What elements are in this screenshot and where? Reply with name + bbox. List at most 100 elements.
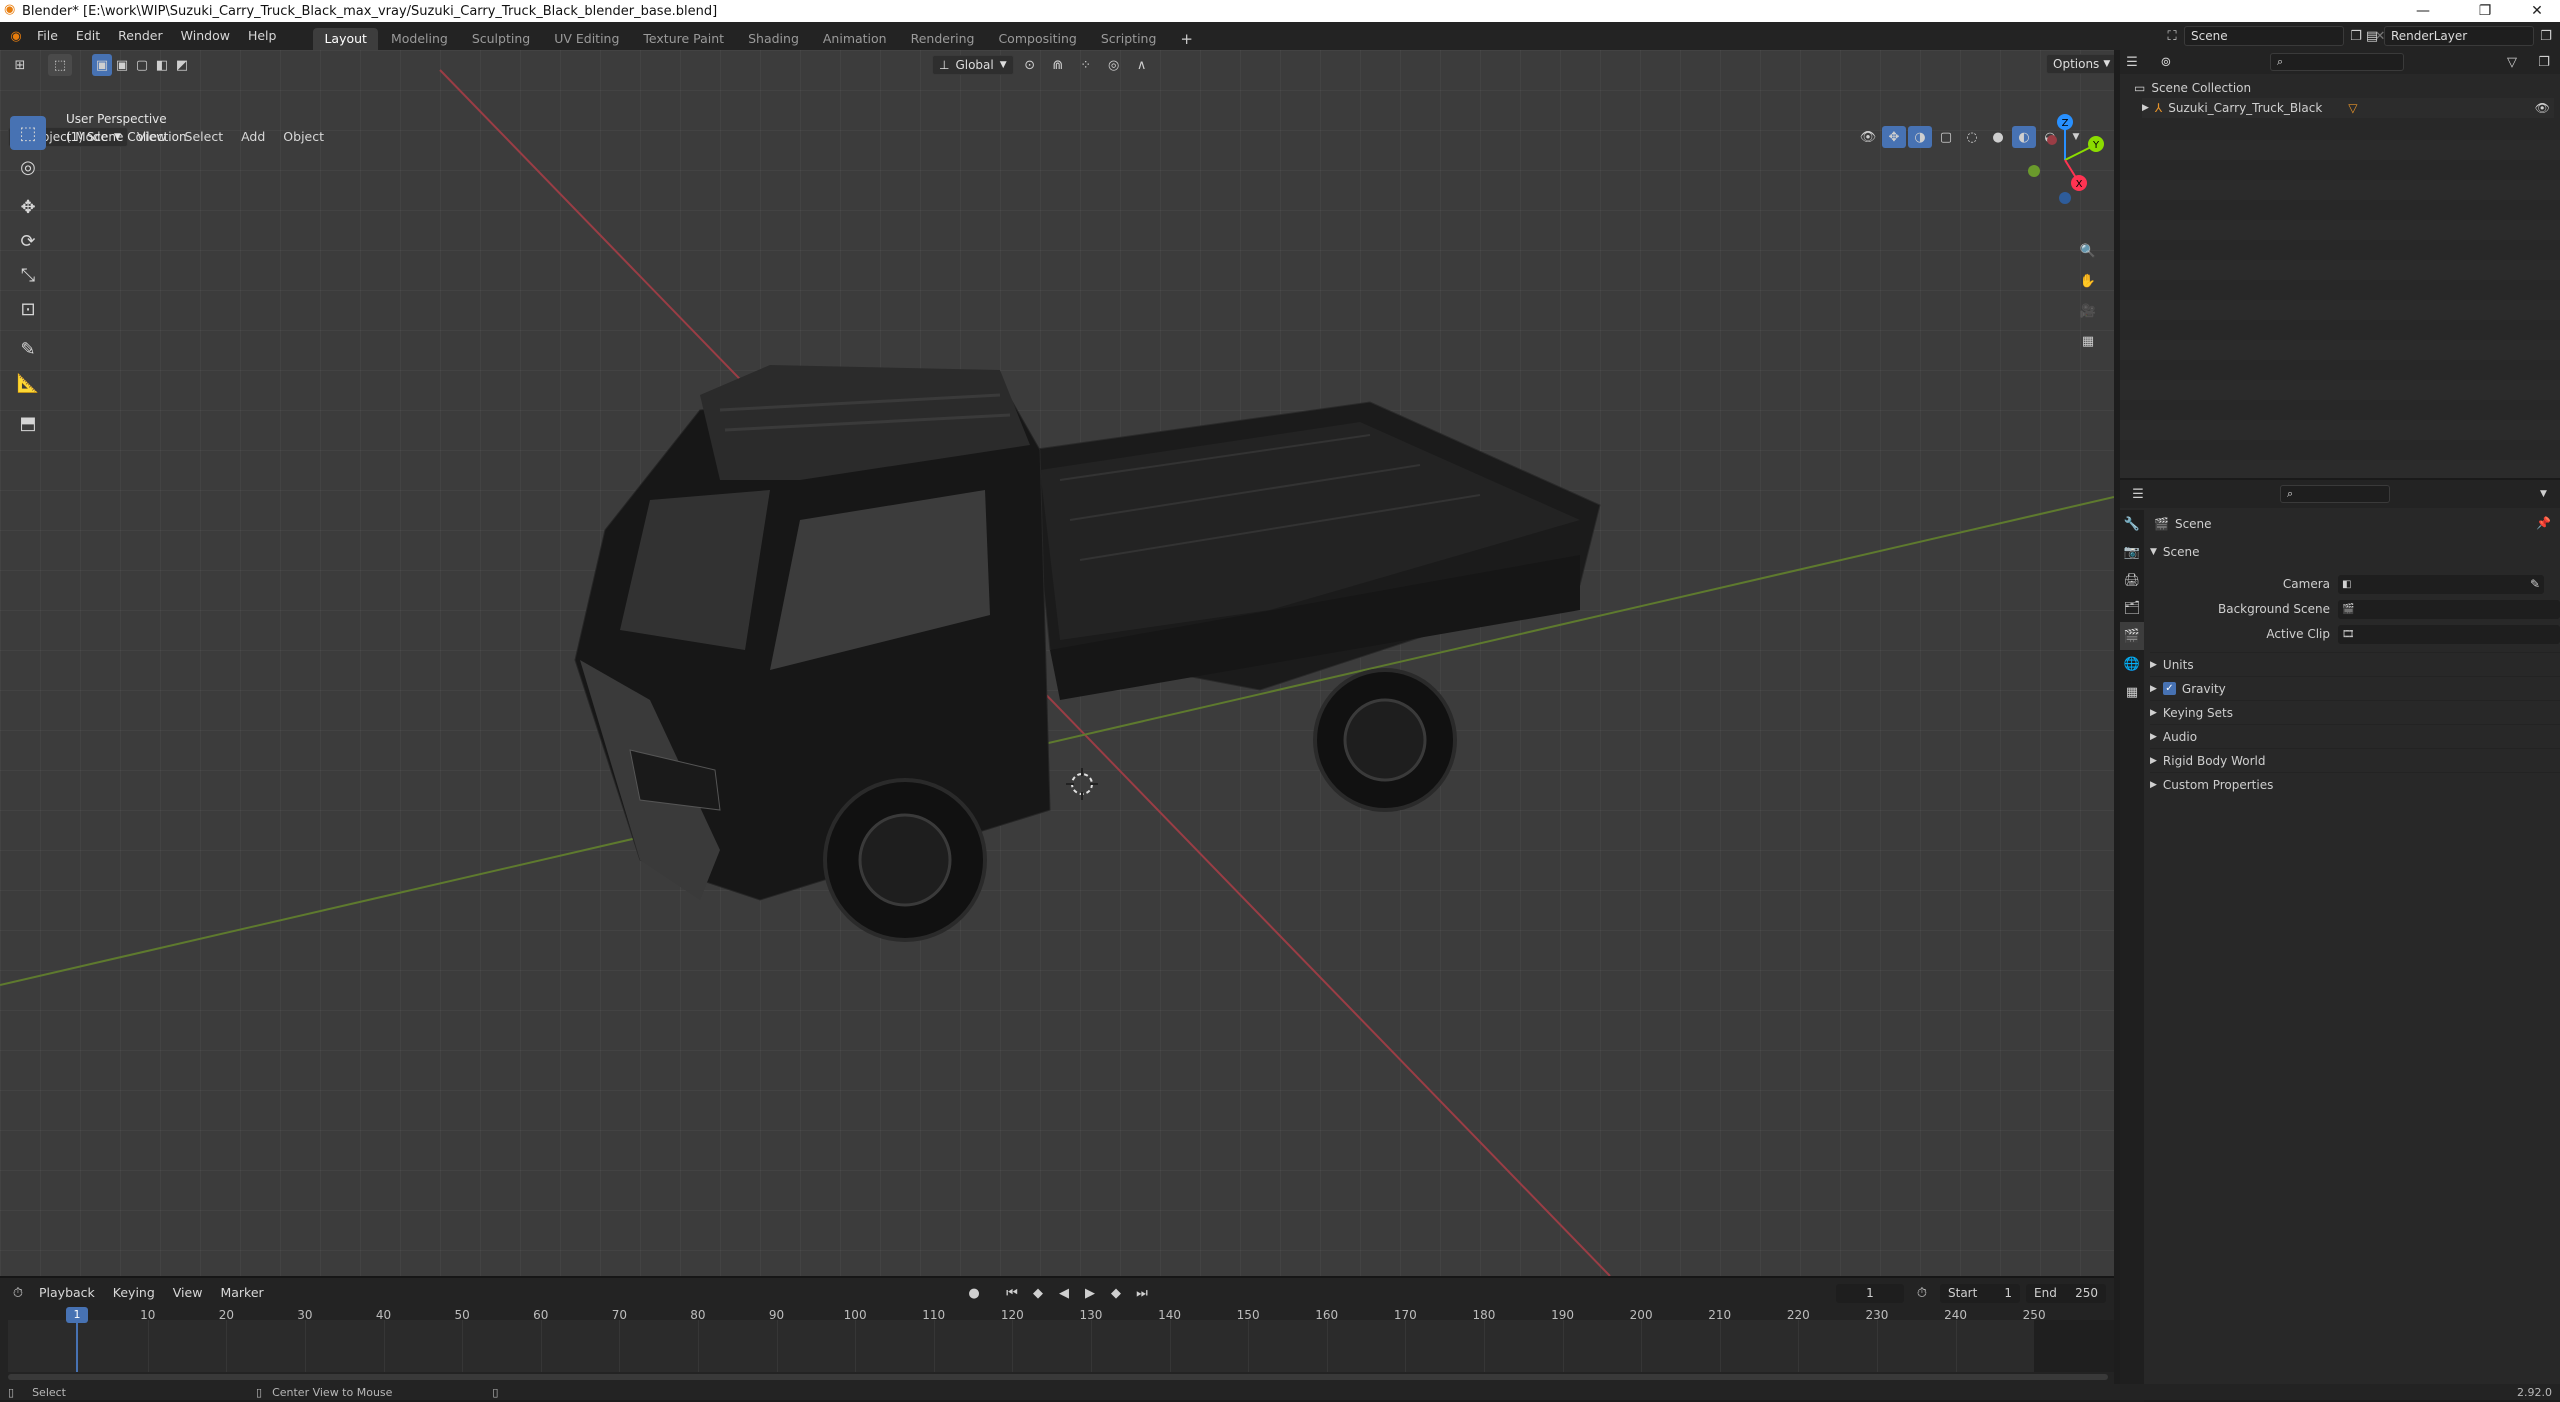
gravity-checkbox[interactable]: ✓ bbox=[2162, 682, 2176, 695]
eye-visibility-icon[interactable]: 👁 bbox=[2535, 101, 2550, 115]
maximize-button[interactable]: ❐ bbox=[2462, 0, 2508, 22]
blender-menu-icon[interactable]: ◉ bbox=[4, 25, 28, 47]
active-clip-field[interactable]: 🎞 bbox=[2338, 624, 2560, 644]
overlays-toggle-icon[interactable]: ◑ bbox=[1908, 126, 1932, 148]
output-tab-icon[interactable]: 🖨 bbox=[2120, 566, 2144, 594]
transform-tool-icon[interactable]: ⊡ bbox=[10, 292, 46, 326]
gizmo-toggle-icon[interactable]: ✥ bbox=[1882, 126, 1906, 148]
tab-layout[interactable]: Layout bbox=[313, 28, 378, 50]
outliner-search-input[interactable]: ⌕ bbox=[2270, 53, 2404, 71]
outliner-editor-type-icon[interactable]: ☰ bbox=[2120, 51, 2144, 73]
eyedropper-icon[interactable]: ✎ bbox=[2530, 577, 2540, 591]
viewport-menu-add[interactable]: Add bbox=[232, 123, 274, 151]
render-tab-icon[interactable]: 📷 bbox=[2120, 538, 2144, 566]
properties-search-input[interactable]: ⌕ bbox=[2280, 485, 2390, 503]
scene-tab-icon[interactable]: 🎬 bbox=[2120, 622, 2144, 650]
camera-field[interactable]: ◧ ✎ bbox=[2338, 574, 2544, 594]
options-dropdown[interactable]: Options ▼ bbox=[2046, 54, 2114, 74]
camera-view-icon[interactable]: 🎥 bbox=[2076, 300, 2100, 322]
gravity-panel-header[interactable]: ▶ ✓ Gravity bbox=[2150, 676, 2560, 700]
select-box-mode-icon[interactable]: ⬚ bbox=[48, 54, 72, 76]
timeline-scrollbar[interactable] bbox=[8, 1374, 2108, 1380]
menu-window[interactable]: Window bbox=[172, 22, 239, 50]
mode-subtract-icon[interactable]: ▢ bbox=[132, 54, 152, 76]
transform-orientation-dropdown[interactable]: ⊥ Global ▼ bbox=[932, 55, 1014, 75]
scene-panel-header[interactable]: ▼ Scene bbox=[2150, 540, 2200, 564]
tab-rendering[interactable]: Rendering bbox=[900, 28, 986, 50]
xray-icon[interactable]: ▢ bbox=[1934, 126, 1958, 148]
viewport-menu-object[interactable]: Object bbox=[274, 123, 333, 151]
rigid-body-world-panel-header[interactable]: ▶ Rigid Body World bbox=[2150, 748, 2560, 772]
keying-sets-panel-header[interactable]: ▶ Keying Sets bbox=[2150, 700, 2560, 724]
outliner-scene-collection[interactable]: ▭ Scene Collection bbox=[2134, 78, 2251, 98]
audio-panel-header[interactable]: ▶ Audio bbox=[2150, 724, 2560, 748]
timeline-track-area[interactable] bbox=[8, 1320, 2108, 1372]
texture-tab-icon[interactable]: ▦ bbox=[2120, 678, 2144, 706]
chevron-down-icon[interactable]: ▼ bbox=[2540, 489, 2547, 499]
new-viewlayer-icon[interactable]: ❐ bbox=[2534, 25, 2558, 47]
playhead-line[interactable] bbox=[76, 1320, 78, 1372]
proportional-falloff-icon[interactable]: ∧ bbox=[1130, 54, 1154, 76]
navigation-gizmo[interactable]: Z Y X bbox=[2010, 110, 2110, 210]
snap-target-icon[interactable]: ⁘ bbox=[1074, 54, 1098, 76]
tool-tab-icon[interactable]: 🔧 bbox=[2120, 510, 2144, 538]
tab-uv-editing[interactable]: UV Editing bbox=[543, 28, 630, 50]
filter-icon[interactable]: ▽ bbox=[2500, 51, 2524, 73]
viewlayer-name-field[interactable]: RenderLayer bbox=[2384, 26, 2534, 46]
add-workspace-button[interactable]: + bbox=[1169, 28, 1204, 50]
select-tool-icon[interactable]: ⬚ bbox=[10, 116, 46, 150]
editor-type-icon[interactable]: ⊞ bbox=[8, 54, 32, 76]
mode-invert-icon[interactable]: ◧ bbox=[152, 54, 172, 76]
display-mode-icon[interactable]: ⊚ bbox=[2154, 51, 2178, 73]
new-collection-icon[interactable]: ❐ bbox=[2532, 51, 2556, 73]
close-button[interactable]: ✕ bbox=[2514, 0, 2560, 22]
move-tool-icon[interactable]: ✥ bbox=[10, 190, 46, 224]
menu-help[interactable]: Help bbox=[239, 22, 286, 50]
mode-extend-icon[interactable]: ▣ bbox=[112, 54, 132, 76]
tab-animation[interactable]: Animation bbox=[812, 28, 898, 50]
minimize-button[interactable]: — bbox=[2400, 0, 2446, 22]
world-tab-icon[interactable]: 🌐 bbox=[2120, 650, 2144, 678]
background-scene-field[interactable]: 🎬 bbox=[2338, 599, 2560, 619]
custom-properties-panel-header[interactable]: ▶ Custom Properties bbox=[2150, 772, 2560, 796]
cursor-tool-icon[interactable]: ◎ bbox=[10, 150, 46, 184]
3d-viewport[interactable]: ⊞ ⬚ ▣ ▣ ▢ ◧ ◩ ▣ Object Mode ▼ View Selec… bbox=[0, 50, 2114, 1276]
viewlayer-selector[interactable]: ▤ RenderLayer ❐ ✕ bbox=[2360, 25, 2560, 47]
tab-shading[interactable]: Shading bbox=[737, 28, 810, 50]
scene-selector[interactable]: ⛶ Scene ❐ ✕ bbox=[2160, 25, 2392, 47]
menu-edit[interactable]: Edit bbox=[67, 22, 109, 50]
timeline-ruler[interactable]: 10 20 30 40 50 60 70 80 90 100 110 120 130 140 150 160 1… bbox=[0, 1278, 2114, 1322]
menu-file[interactable]: File bbox=[28, 22, 67, 50]
measure-tool-icon[interactable]: 📐 bbox=[10, 366, 46, 400]
scale-tool-icon[interactable]: ⤡ bbox=[10, 258, 46, 292]
tab-compositing[interactable]: Compositing bbox=[987, 28, 1087, 50]
outliner-row-truck[interactable]: ▶ ⅄ Suzuki_Carry_Truck_Black ▽ 👁 bbox=[2142, 98, 2554, 118]
visibility-icon[interactable]: 👁 bbox=[1856, 126, 1880, 148]
tab-modeling[interactable]: Modeling bbox=[380, 28, 459, 50]
shading-solid-icon[interactable]: ● bbox=[1986, 126, 2010, 148]
pan-hand-icon[interactable]: ✋ bbox=[2076, 270, 2100, 292]
mode-intersect-icon[interactable]: ◩ bbox=[172, 54, 192, 76]
pivot-point-icon[interactable]: ⊙ bbox=[1018, 54, 1042, 76]
annotate-tool-icon[interactable]: ✎ bbox=[10, 332, 46, 366]
pin-icon[interactable]: 📌 bbox=[2536, 516, 2551, 530]
expand-arrow-icon[interactable]: ▶ bbox=[2142, 103, 2149, 113]
add-cube-tool-icon[interactable]: ⬒ bbox=[10, 406, 46, 440]
tab-scripting[interactable]: Scripting bbox=[1090, 28, 1168, 50]
menu-render[interactable]: Render bbox=[109, 22, 172, 50]
tab-sculpting[interactable]: Sculpting bbox=[461, 28, 541, 50]
y-axis-label: Y bbox=[2092, 140, 2100, 151]
properties-editor-type-icon[interactable]: ☰ bbox=[2126, 483, 2150, 505]
units-panel-header[interactable]: ▶ Units bbox=[2150, 652, 2560, 676]
ortho-grid-icon[interactable]: ▦ bbox=[2076, 330, 2100, 352]
rotate-tool-icon[interactable]: ⟳ bbox=[10, 224, 46, 258]
view-layer-tab-icon[interactable]: 🗂 bbox=[2120, 594, 2144, 622]
scene-name-field[interactable]: Scene bbox=[2184, 26, 2344, 46]
tab-texture-paint[interactable]: Texture Paint bbox=[632, 28, 735, 50]
snap-icon[interactable]: ⋒ bbox=[1046, 54, 1070, 76]
zoom-icon[interactable]: 🔍 bbox=[2076, 240, 2100, 262]
shading-wireframe-icon[interactable]: ◌ bbox=[1960, 126, 1984, 148]
proportional-edit-icon[interactable]: ◎ bbox=[1102, 54, 1126, 76]
playhead-handle[interactable]: 1 bbox=[66, 1307, 88, 1323]
mode-set-icon[interactable]: ▣ bbox=[92, 54, 112, 76]
